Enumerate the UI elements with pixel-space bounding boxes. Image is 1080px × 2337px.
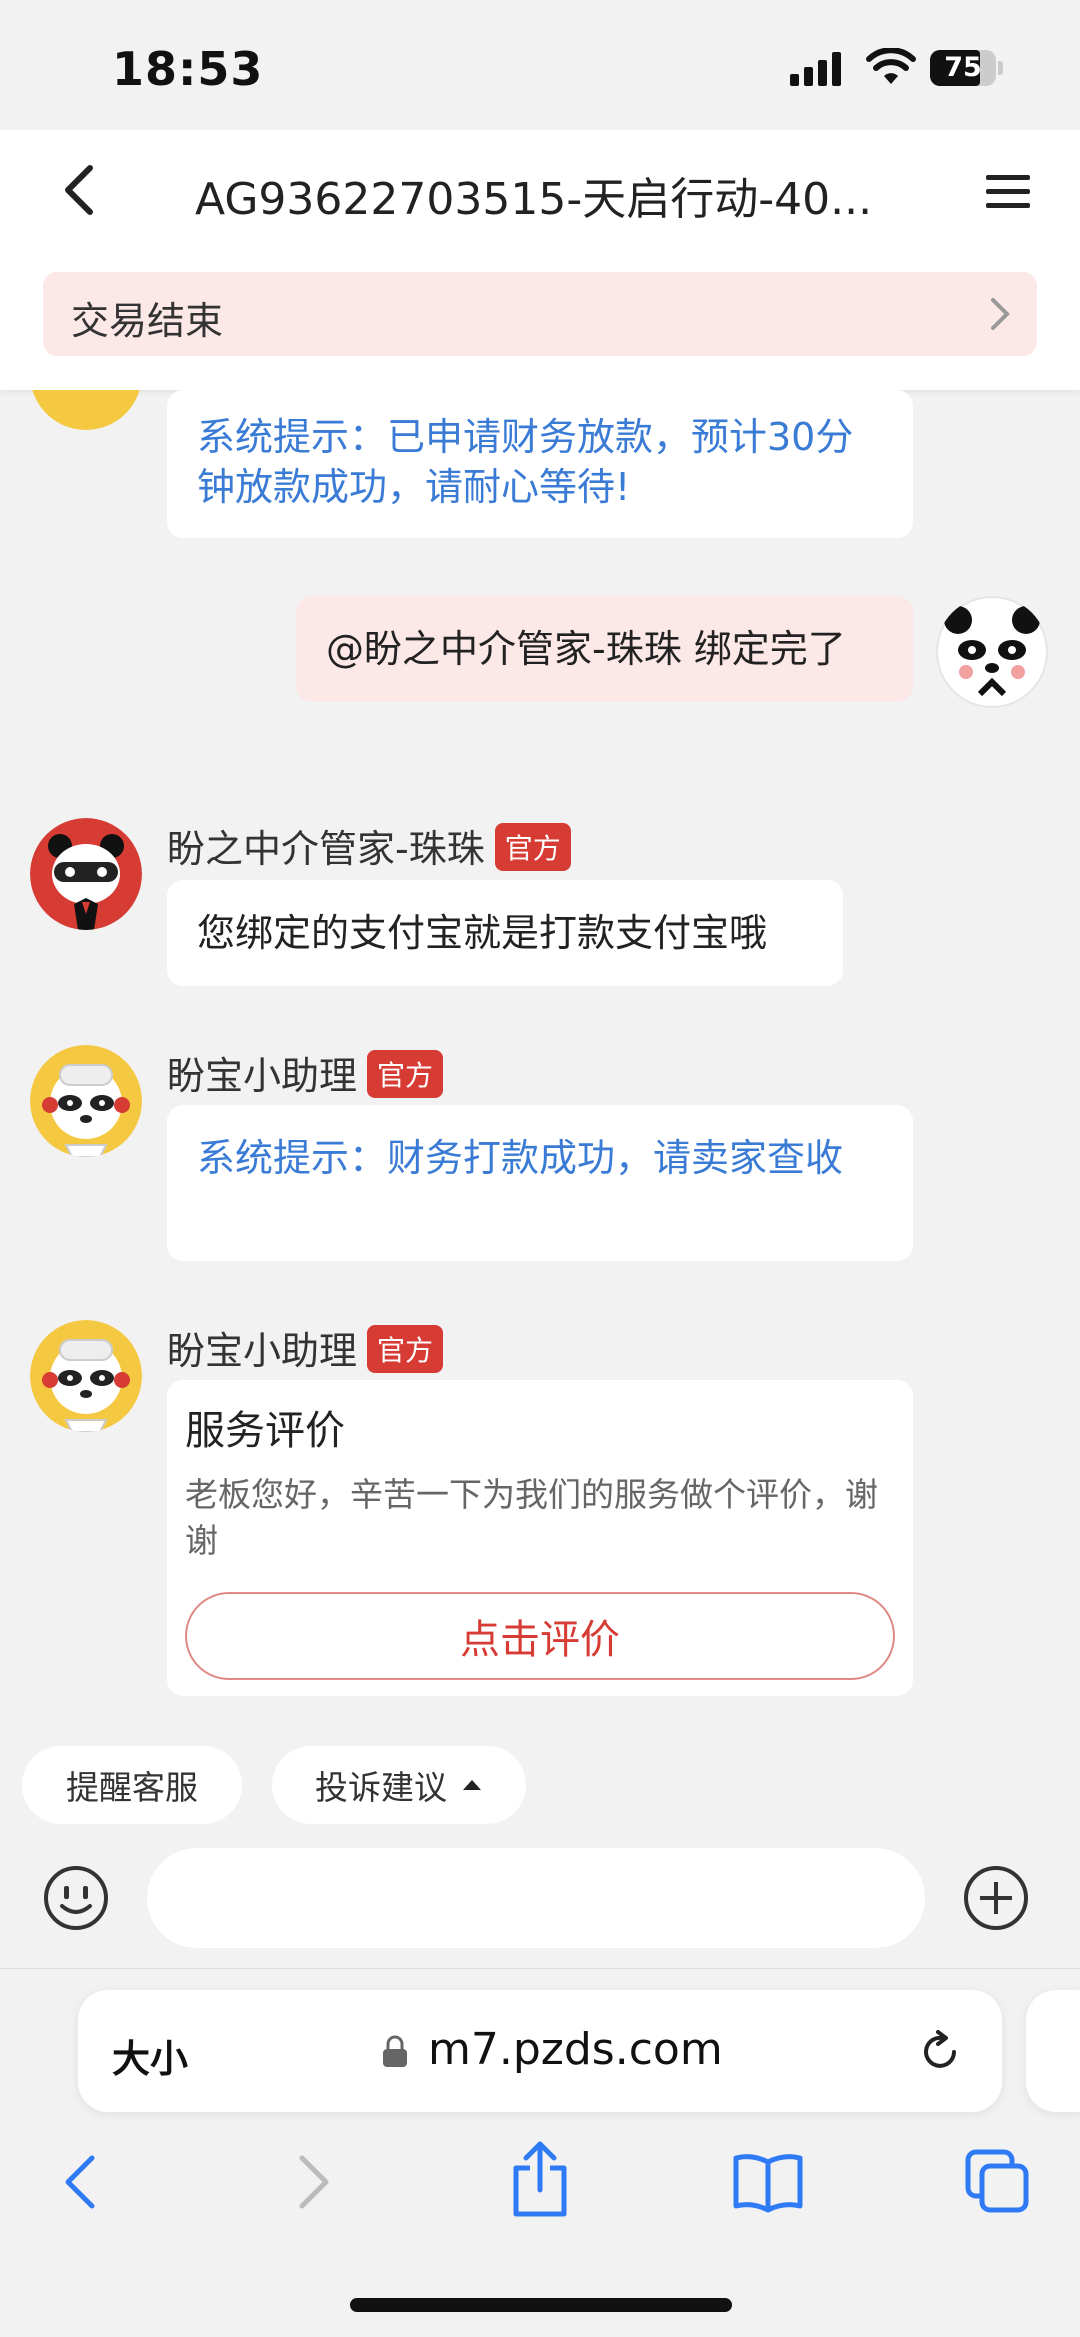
reload-icon[interactable] [916,2028,964,2076]
bookmarks-icon[interactable] [732,2150,804,2214]
trade-status-text: 交易结束 [71,299,224,343]
message-bubble: 系统提示：已申请财务放款，预计30分钟放款成功，请耐心等待! [167,390,913,538]
trade-status-banner[interactable]: 交易结束 [43,272,1037,356]
message-bubble: 系统提示：财务打款成功，请卖家查收 [167,1105,913,1261]
user-avatar[interactable] [936,596,1048,708]
tabs-icon[interactable] [964,2148,1032,2216]
sender-name: 盼之中介管家-珠珠 [167,827,485,871]
browser-back-icon[interactable] [58,2152,102,2212]
system-message-text: 系统提示：财务打款成功，请卖家查收 [197,1136,844,1180]
emoji-icon[interactable] [42,1864,110,1932]
official-badge: 官方 [494,823,571,871]
home-indicator [350,2298,732,2312]
chat-title: AG93622703515-天启行动-40... [195,174,873,225]
complaint-label: 投诉建议 [315,1768,447,1807]
review-card-title: 服务评价 [185,1408,345,1454]
remind-service-label: 提醒客服 [66,1768,198,1807]
agent-message-text: 您绑定的支付宝就是打款支付宝哦 [197,911,768,955]
self-message-text: @盼之中介管家-珠珠 绑定完了 [326,627,846,671]
self-message-bubble: @盼之中介管家-珠珠 绑定完了 [296,596,913,702]
wifi-icon [866,48,916,84]
lock-icon [383,2035,407,2067]
next-tab-preview[interactable] [1026,1990,1080,2112]
assistant-avatar[interactable] [30,1045,142,1157]
assistant-sender: 盼宝小助理 官方 [167,1045,444,1100]
agent-sender: 盼之中介管家-珠珠 官方 [167,818,571,873]
address-bar[interactable]: 大小 m7.pzds.com [78,1990,1002,2112]
complaint-button[interactable]: 投诉建议 [272,1746,526,1824]
browser-forward-icon[interactable] [292,2152,336,2212]
plus-icon[interactable] [962,1864,1030,1932]
system-message-text: 系统提示：已申请财务放款，预计30分钟放款成功，请耐心等待! [197,415,854,509]
assistant-avatar[interactable] [30,1320,142,1432]
battery-icon: 75 [930,50,1004,86]
agent-avatar[interactable] [30,818,142,930]
official-badge: 官方 [367,1050,444,1098]
share-icon[interactable] [508,2140,572,2220]
status-time: 18:53 [112,42,264,96]
caret-up-icon [463,1780,481,1790]
sender-name: 盼宝小助理 [167,1054,358,1098]
review-button[interactable]: 点击评价 [185,1592,895,1680]
message-bubble: 您绑定的支付宝就是打款支付宝哦 [167,880,843,986]
review-card-body: 老板您好，辛苦一下为我们的服务做个评价，谢谢 [185,1475,878,1560]
cellular-signal-icon [790,52,841,86]
menu-icon[interactable] [984,172,1032,212]
battery-level: 75 [944,52,982,83]
message-input[interactable] [147,1848,925,1948]
text-size-button[interactable]: 大小 [112,2028,188,2083]
url-text: m7.pzds.com [428,2024,723,2075]
assistant-sender: 盼宝小助理 官方 [167,1320,444,1375]
back-button[interactable] [50,160,110,220]
review-card: 服务评价 老板您好，辛苦一下为我们的服务做个评价，谢谢 点击评价 [167,1380,913,1696]
sender-name: 盼宝小助理 [167,1329,358,1373]
remind-service-button[interactable]: 提醒客服 [22,1746,242,1824]
chevron-right-icon [991,298,1010,330]
official-badge: 官方 [367,1325,444,1373]
